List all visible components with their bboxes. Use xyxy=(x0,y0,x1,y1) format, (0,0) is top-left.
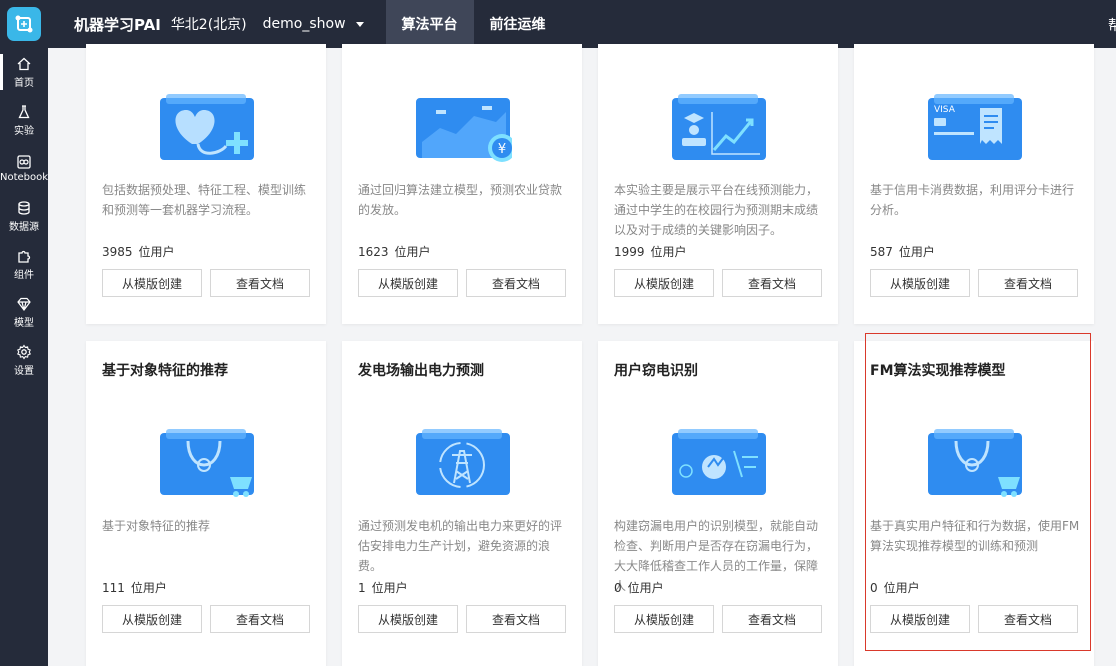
card-user-count: 0 位用户 xyxy=(614,581,664,595)
svg-text:VISA: VISA xyxy=(934,105,956,115)
region-label: 华北2(北京) xyxy=(170,17,247,33)
sidebar-item-experiments[interactable]: 实验 xyxy=(0,96,48,144)
create-from-template-button[interactable]: 从模版创建 xyxy=(614,605,714,633)
card-description: 基于信用卡消费数据，利用评分卡进行分析。 xyxy=(870,183,1075,217)
view-docs-button[interactable]: 查看文档 xyxy=(210,605,310,633)
card-title: FM算法实现推荐模型 xyxy=(870,363,1006,379)
diamond-icon xyxy=(17,297,31,311)
template-card-student-grades: 本实验主要是展示平台在线预测能力，通过中学生的在校园行为预测期末成绩以及对于成绩… xyxy=(598,44,838,324)
app-title: 机器学习PAI xyxy=(74,15,161,34)
power-theft-icon xyxy=(672,429,766,495)
sidebar-item-label: 模型 xyxy=(14,317,34,329)
template-card-fm-recommend: FM算法实现推荐模型 基于真实用户特征和行为数据，使用FM算法实现推荐模型的训练… xyxy=(854,341,1094,666)
template-card-ml-workflow: 包括数据预处理、特征工程、模型训练和预测等一套机器学习流程。 3985 位用户 从… xyxy=(86,44,326,324)
chevron-down-icon xyxy=(355,21,364,27)
sidebar-item-settings[interactable]: 设置 xyxy=(0,336,48,384)
power-tower-icon xyxy=(416,429,510,495)
top-bar: 机器学习PAI 华北2(北京) demo_show 算法平台 前往运维 帮 xyxy=(0,0,1116,48)
card-description: 通过预测发电机的输出电力来更好的评估安排电力生产计划，避免资源的浪费。 xyxy=(358,519,563,573)
heart-health-icon xyxy=(160,94,254,160)
create-from-template-button[interactable]: 从模版创建 xyxy=(870,269,970,297)
flask-icon xyxy=(18,104,30,118)
sidebar-item-label: 设置 xyxy=(14,365,34,377)
card-user-count: 3985 位用户 xyxy=(102,245,175,259)
card-title: 基于对象特征的推荐 xyxy=(102,363,228,379)
sidebar-item-models[interactable]: 模型 xyxy=(0,288,48,336)
template-card-object-recommend: 基于对象特征的推荐 基于对象特征的推荐 111 位用户 从模版创建 查看文档 xyxy=(86,341,326,666)
sidebar-item-label: 实验 xyxy=(14,125,34,137)
card-description: 基于真实用户特征和行为数据，使用FM算法实现推荐模型的训练和预测 xyxy=(870,519,1080,553)
create-from-template-button[interactable]: 从模版创建 xyxy=(614,269,714,297)
card-description: 本实验主要是展示平台在线预测能力，通过中学生的在校园行为预测期末成绩以及对于成绩… xyxy=(614,183,819,237)
sidebar-item-components[interactable]: 组件 xyxy=(0,240,48,288)
sidebar: 首页 实验 Notebook 数据源 组件 模型 设置 xyxy=(0,48,48,666)
create-from-template-button[interactable]: 从模版创建 xyxy=(102,269,202,297)
view-docs-button[interactable]: 查看文档 xyxy=(210,269,310,297)
student-chart-icon xyxy=(672,94,766,160)
view-docs-button[interactable]: 查看文档 xyxy=(466,269,566,297)
create-from-template-button[interactable]: 从模版创建 xyxy=(358,269,458,297)
top-nav: 算法平台 前往运维 xyxy=(385,0,562,48)
notebook-icon xyxy=(17,154,31,169)
card-user-count: 1999 位用户 xyxy=(614,245,687,259)
card-description: 通过回归算法建立模型，预测农业贷款的发放。 xyxy=(358,183,563,217)
sidebar-item-label: 数据源 xyxy=(9,221,39,233)
sidebar-item-label: Notebook xyxy=(0,171,49,183)
template-card-credit-card: VISA 基于信用卡消费数据，利用评分卡进行分析。 587 位用户 从模版创建 查… xyxy=(854,44,1094,324)
template-card-agri-loan: ¥ 通过回归算法建立模型，预测农业贷款的发放。 1623 位用户 从模版创建 查看… xyxy=(342,44,582,324)
database-icon xyxy=(18,200,30,215)
pai-logo[interactable] xyxy=(0,0,48,48)
card-description: 基于对象特征的推荐 xyxy=(102,519,211,533)
workspace-name: demo_show xyxy=(262,16,346,32)
template-card-power-theft: 用户窃电识别 构建窃漏电用户的识别模型，就能自动检查、判断用户是否存在窃漏电行为… xyxy=(598,341,838,666)
home-icon xyxy=(17,57,31,70)
sidebar-item-label: 首页 xyxy=(14,77,34,89)
card-title: 用户窃电识别 xyxy=(614,363,698,379)
tab-algorithm-platform[interactable]: 算法平台 xyxy=(385,0,474,48)
create-from-template-button[interactable]: 从模版创建 xyxy=(358,605,458,633)
card-user-count: 1 位用户 xyxy=(358,581,408,595)
view-docs-button[interactable]: 查看文档 xyxy=(978,605,1078,633)
gear-icon xyxy=(17,344,31,359)
help-link[interactable]: 帮 xyxy=(1108,15,1116,35)
card-user-count: 111 位用户 xyxy=(102,581,167,595)
yuan-chart-icon: ¥ xyxy=(416,98,512,162)
view-docs-button[interactable]: 查看文档 xyxy=(722,269,822,297)
puzzle-icon xyxy=(18,250,31,263)
logo-icon xyxy=(7,7,41,41)
template-card-power-forecast: 发电场输出电力预测 通过预测发电机的输出电力来更好的评估安排电力生产计划，避免资… xyxy=(342,341,582,666)
card-title: 发电场输出电力预测 xyxy=(358,363,484,379)
svg-text:¥: ¥ xyxy=(498,142,506,157)
view-docs-button[interactable]: 查看文档 xyxy=(466,605,566,633)
view-docs-button[interactable]: 查看文档 xyxy=(978,269,1078,297)
workspace-selector[interactable]: demo_show xyxy=(263,16,364,32)
view-docs-button[interactable]: 查看文档 xyxy=(722,605,822,633)
card-user-count: 0 位用户 xyxy=(870,581,920,595)
tab-go-to-ops[interactable]: 前往运维 xyxy=(474,0,562,48)
sidebar-item-notebook[interactable]: Notebook xyxy=(0,144,48,192)
sidebar-item-home[interactable]: 首页 xyxy=(0,48,48,96)
card-description: 包括数据预处理、特征工程、模型训练和预测等一套机器学习流程。 xyxy=(102,183,307,217)
shopping-bag-icon xyxy=(160,429,254,497)
create-from-template-button[interactable]: 从模版创建 xyxy=(102,605,202,633)
sidebar-item-label: 组件 xyxy=(14,269,34,281)
card-user-count: 587 位用户 xyxy=(870,245,935,259)
card-user-count: 1623 位用户 xyxy=(358,245,431,259)
sidebar-item-datasource[interactable]: 数据源 xyxy=(0,192,48,240)
shopping-bag-icon xyxy=(928,429,1022,497)
create-from-template-button[interactable]: 从模版创建 xyxy=(870,605,970,633)
credit-card-icon: VISA xyxy=(928,94,1022,160)
